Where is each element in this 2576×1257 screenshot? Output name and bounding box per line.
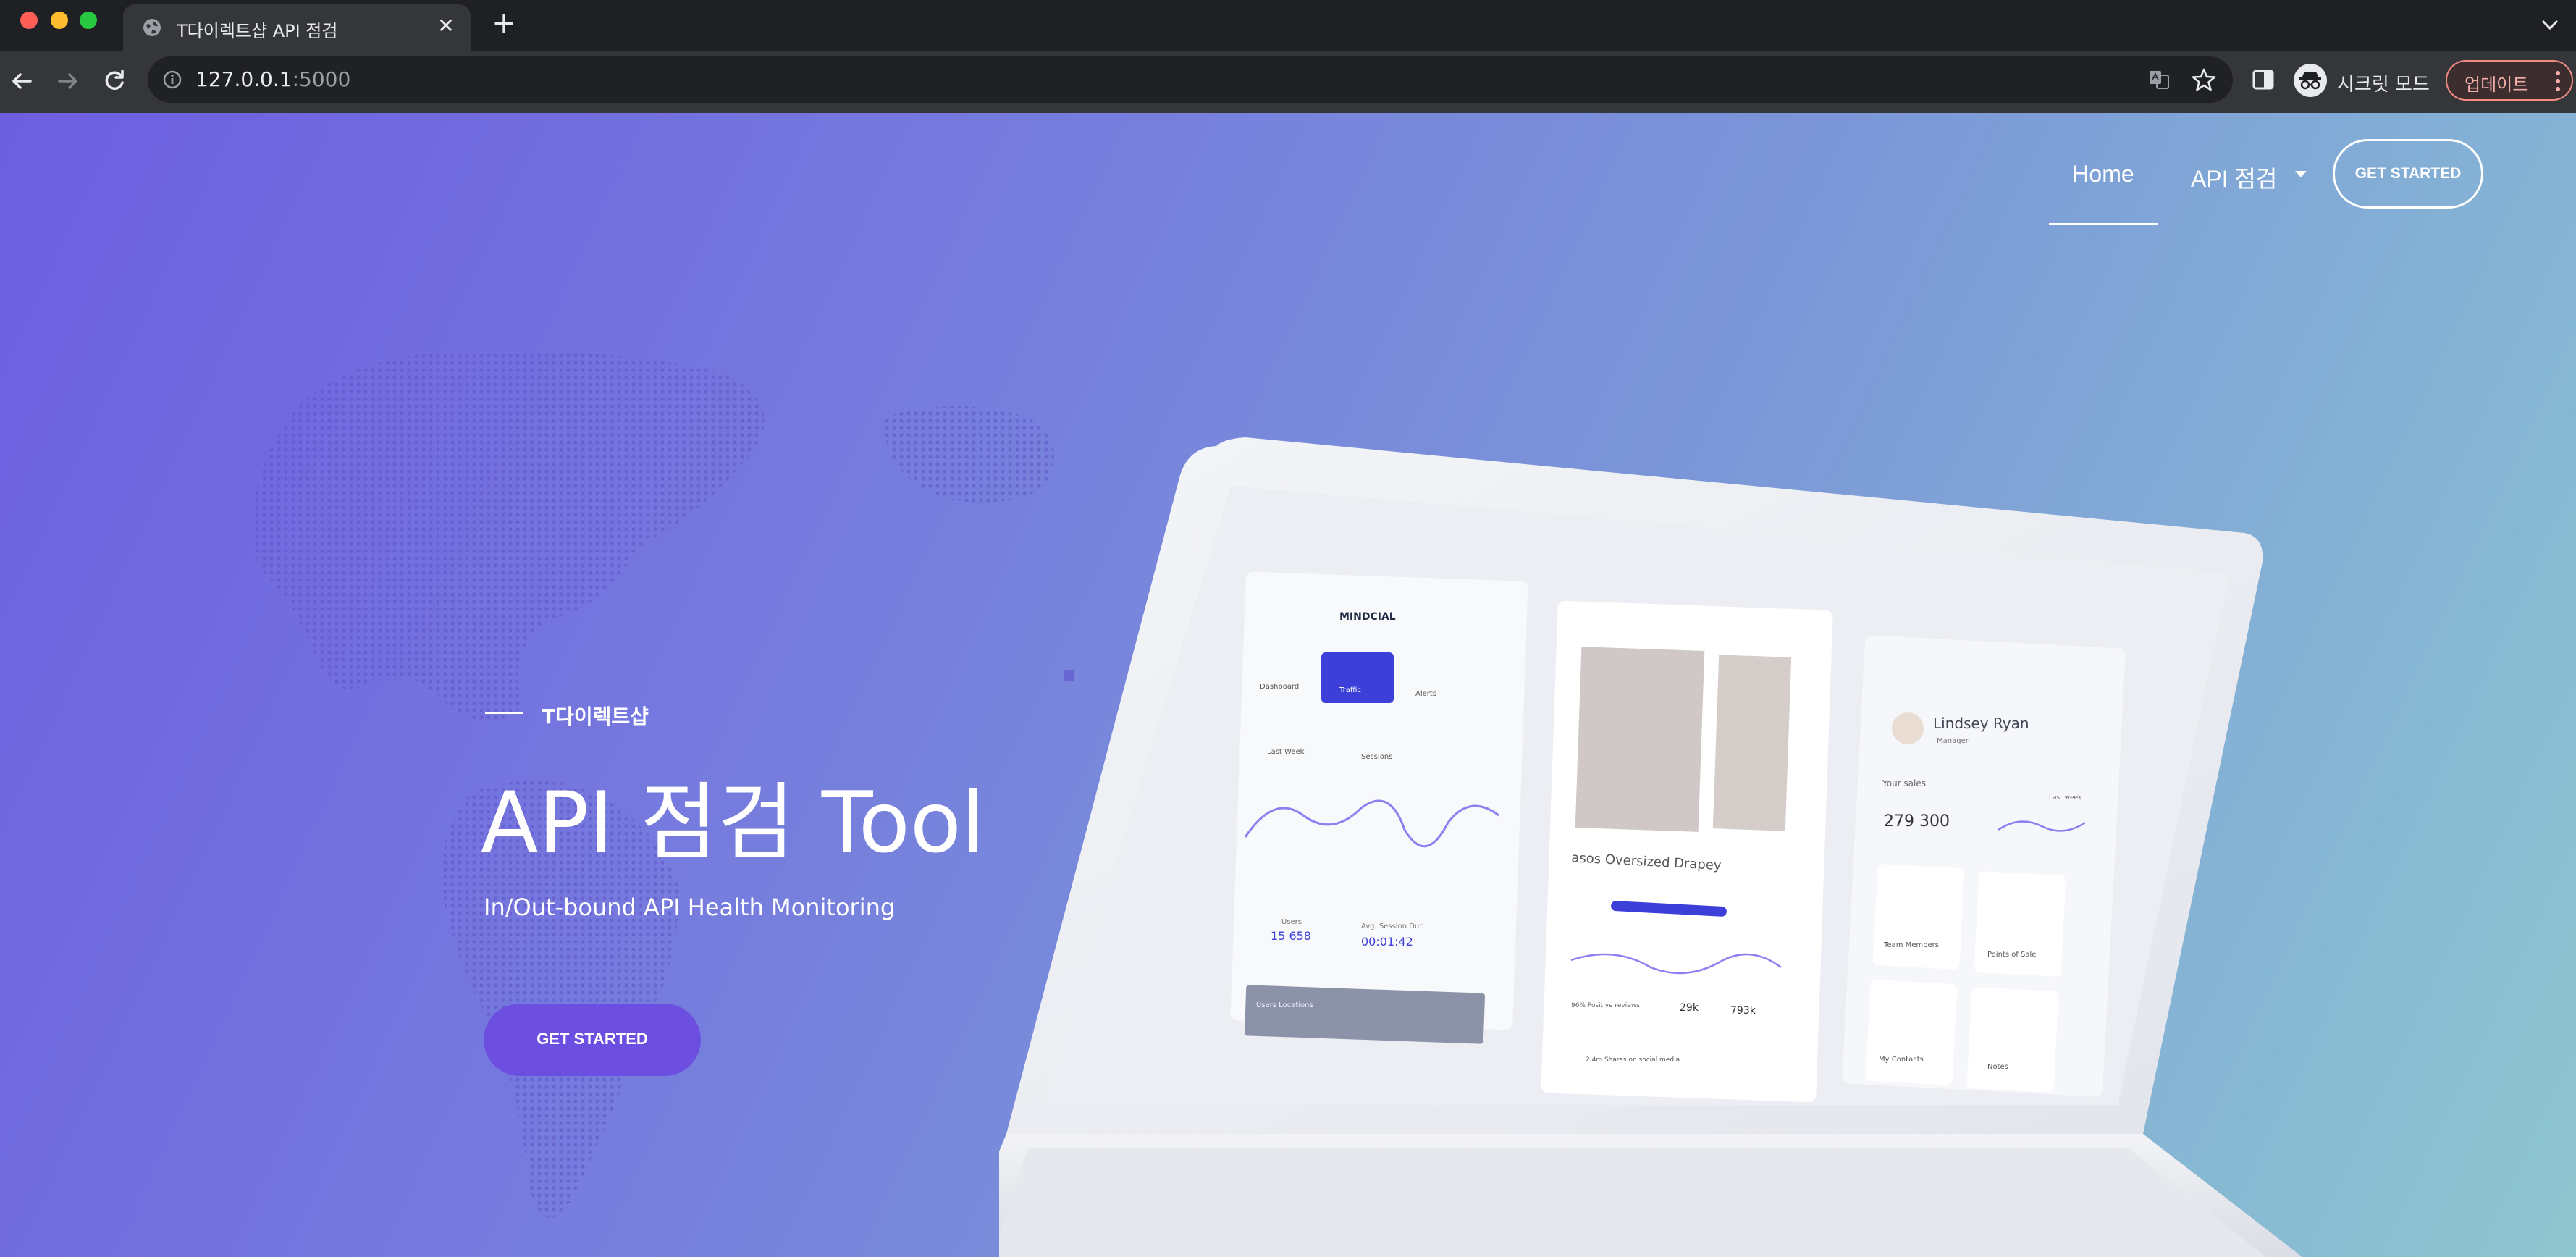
forward-arrow-icon[interactable] xyxy=(52,65,84,97)
translate-icon[interactable] xyxy=(2147,68,2171,91)
screen-filter-sessions: Sessions xyxy=(1361,753,1392,761)
screen-card-notes: Notes xyxy=(1987,1063,2008,1071)
hero-get-started-label: GET STARTED xyxy=(536,1030,648,1048)
close-icon[interactable]: ✕ xyxy=(434,14,458,38)
nav-api-dropdown[interactable]: API 점검 xyxy=(2191,139,2314,226)
chevron-down-icon[interactable] xyxy=(2538,13,2562,36)
screen-sales-filter: Last week xyxy=(2049,794,2082,802)
nav-home-label: Home xyxy=(2072,161,2134,187)
browser-tab-active[interactable]: T다이렉트샵 API 점검 ✕ xyxy=(123,4,471,51)
nav-get-started-button[interactable]: GET STARTED xyxy=(2333,139,2483,209)
browser-toolbar: 127.0.0.1:5000 시크릿 모드 업데이트 xyxy=(0,51,2576,113)
screen-impressions-value: 793k xyxy=(1730,1005,1756,1017)
screen-share-text: 2.4m Shares on social media xyxy=(1586,1056,1680,1064)
screen-rating-text: 96% Positive reviews xyxy=(1571,1002,1640,1009)
top-nav: Home API 점검 GET STARTED xyxy=(2049,139,2556,226)
nav-api-label: API 점검 xyxy=(2191,166,2278,192)
screen-map-label: Users Locations xyxy=(1256,1001,1313,1009)
nav-home[interactable]: Home xyxy=(2049,139,2158,226)
incognito-label: 시크릿 모드 xyxy=(2337,74,2430,96)
tab-title: T다이렉트샵 API 점검 xyxy=(177,21,338,41)
screen-sales-value: 279 300 xyxy=(1884,812,1950,831)
window-minimize-button[interactable] xyxy=(51,12,68,29)
eyebrow-text: T다이렉트샵 xyxy=(542,705,649,728)
update-label: 업데이트 xyxy=(2465,75,2529,95)
hero-section: MINDCIAL Dashboard Traffic Alerts Last W… xyxy=(0,113,2576,1257)
screen-stat-users-value: 15 658 xyxy=(1271,929,1311,943)
address-bar[interactable]: 127.0.0.1:5000 xyxy=(148,56,2233,103)
screen-profile-role: Manager xyxy=(1937,737,1969,745)
screen-stat-duration-value: 00:01:42 xyxy=(1361,935,1413,949)
caret-down-icon xyxy=(2295,171,2307,177)
hero-subtitle: In/Out-bound API Health Monitoring xyxy=(484,894,896,921)
screen-filter-week: Last Week xyxy=(1267,748,1305,756)
globe-icon xyxy=(143,19,161,36)
back-arrow-icon[interactable] xyxy=(6,65,38,97)
url-host: 127.0.0.1 xyxy=(195,67,292,91)
reload-icon[interactable] xyxy=(98,65,130,97)
plus-icon[interactable]: + xyxy=(489,9,518,38)
nav-active-underline xyxy=(2049,223,2158,225)
window-close-button[interactable] xyxy=(20,12,38,29)
update-button[interactable]: 업데이트 xyxy=(2446,60,2573,101)
more-vert-icon xyxy=(2556,71,2560,91)
incognito-icon[interactable] xyxy=(2294,64,2327,97)
screen-card-contacts: My Contacts xyxy=(1879,1056,1924,1064)
screen-tab-alerts: Alerts xyxy=(1415,690,1436,698)
screen-orders-value: 29k xyxy=(1680,1002,1699,1014)
screen-card-pos: Points of Sale xyxy=(1987,951,2036,959)
info-icon[interactable] xyxy=(162,70,182,90)
screen-stat-duration-label: Avg. Session Dur. xyxy=(1361,922,1424,930)
url-text[interactable]: 127.0.0.1:5000 xyxy=(195,67,350,91)
eyebrow-line xyxy=(485,712,523,714)
url-port: :5000 xyxy=(292,67,351,91)
screen-brand-label: MINDCIAL xyxy=(1339,611,1396,623)
laptop-mockup-image: MINDCIAL Dashboard Traffic Alerts Last W… xyxy=(999,437,2302,1257)
screen-profile-name: Lindsey Ryan xyxy=(1933,715,2029,732)
window-zoom-button[interactable] xyxy=(80,12,97,29)
screen-card-team: Team Members xyxy=(1883,941,1939,949)
screen-sales-label: Your sales xyxy=(1882,778,1926,789)
tab-strip: T다이렉트샵 API 점검 ✕ + xyxy=(0,0,2576,51)
star-icon[interactable] xyxy=(2191,67,2217,93)
screen-tab-traffic: Traffic xyxy=(1339,686,1361,694)
nav-get-started-label: GET STARTED xyxy=(2354,165,2462,182)
screen-stat-users-label: Users xyxy=(1281,918,1302,926)
hero-title: API 점검 Tool xyxy=(481,774,985,872)
screen-tab-dashboard: Dashboard xyxy=(1260,683,1299,691)
hero-get-started-button[interactable]: GET STARTED xyxy=(484,1004,701,1076)
hero-eyebrow: T다이렉트샵 xyxy=(485,698,775,728)
side-panel-icon[interactable] xyxy=(2250,67,2276,93)
